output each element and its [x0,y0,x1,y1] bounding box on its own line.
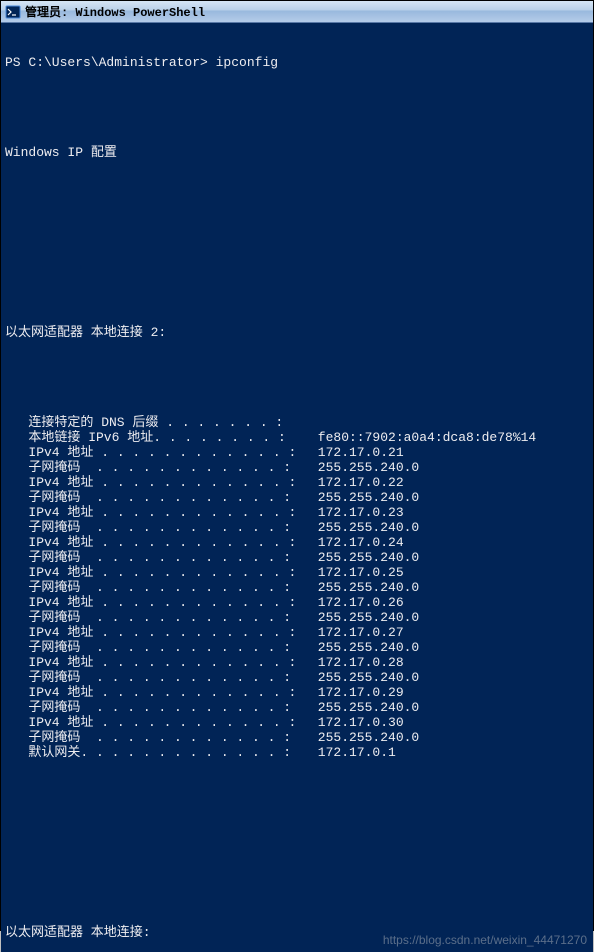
config-label: IPv4 地址 . . . . . . . . . . . . : [5,715,310,730]
config-label: IPv4 地址 . . . . . . . . . . . . : [5,535,310,550]
config-row: 子网掩码 . . . . . . . . . . . . : 255.255.2… [5,520,589,535]
config-value: 255.255.240.0 [310,550,589,565]
config-row: IPv4 地址 . . . . . . . . . . . . : 172.17… [5,625,589,640]
config-value: 255.255.240.0 [310,700,589,715]
config-label: IPv4 地址 . . . . . . . . . . . . : [5,445,310,460]
adapter-section-0: 以太网适配器 本地连接 2: 连接特定的 DNS 后缀 . . . . . . … [5,295,589,790]
config-row: IPv4 地址 . . . . . . . . . . . . : 172.17… [5,475,589,490]
config-label: 本地链接 IPv6 地址. . . . . . . . : [5,430,310,445]
powershell-window: 管理员: Windows PowerShell PS C:\Users\Admi… [0,0,594,931]
config-row: 子网掩码 . . . . . . . . . . . . : 255.255.2… [5,460,589,475]
config-row: IPv4 地址 . . . . . . . . . . . . : 172.17… [5,445,589,460]
config-value: 255.255.240.0 [310,520,589,535]
config-label: 子网掩码 . . . . . . . . . . . . : [5,550,310,565]
watermark: https://blog.csdn.net/weixin_44471270 [383,933,587,948]
config-label: 子网掩码 . . . . . . . . . . . . : [5,730,310,745]
config-value: 255.255.240.0 [310,640,589,655]
config-row: IPv4 地址 . . . . . . . . . . . . : 172.17… [5,655,589,670]
config-value: 172.17.0.1 [310,745,589,760]
config-label: 子网掩码 . . . . . . . . . . . . : [5,460,310,475]
config-row: IPv4 地址 . . . . . . . . . . . . : 172.17… [5,505,589,520]
config-label: 子网掩码 . . . . . . . . . . . . : [5,520,310,535]
config-value: 255.255.240.0 [310,580,589,595]
blank-line [5,235,589,250]
config-label: IPv4 地址 . . . . . . . . . . . . : [5,655,310,670]
config-row: 子网掩码 . . . . . . . . . . . . : 255.255.2… [5,700,589,715]
config-row: 连接特定的 DNS 后缀 . . . . . . . : [5,415,589,430]
window-title: 管理员: Windows PowerShell [25,3,205,20]
config-row: 子网掩码 . . . . . . . . . . . . : 255.255.2… [5,490,589,505]
terminal-output[interactable]: PS C:\Users\Administrator> ipconfig Wind… [1,23,593,952]
config-value: 172.17.0.22 [310,475,589,490]
config-value: 255.255.240.0 [310,490,589,505]
ip-config-header: Windows IP 配置 [5,145,589,160]
config-label: IPv4 地址 . . . . . . . . . . . . : [5,565,310,580]
config-row: 子网掩码 . . . . . . . . . . . . : 255.255.2… [5,610,589,625]
titlebar[interactable]: 管理员: Windows PowerShell [1,1,593,23]
config-value: 172.17.0.25 [310,565,589,580]
config-row: 子网掩码 . . . . . . . . . . . . : 255.255.2… [5,640,589,655]
config-value: 172.17.0.30 [310,715,589,730]
config-value [310,415,589,430]
config-value: 172.17.0.21 [310,445,589,460]
config-label: 连接特定的 DNS 后缀 . . . . . . . : [5,415,310,430]
blank-line [5,370,589,385]
config-value: 255.255.240.0 [310,610,589,625]
config-row: 子网掩码 . . . . . . . . . . . . : 255.255.2… [5,580,589,595]
config-row: 默认网关. . . . . . . . . . . . . : 172.17.0… [5,745,589,760]
prompt-line: PS C:\Users\Administrator> ipconfig [5,55,589,70]
config-row: IPv4 地址 . . . . . . . . . . . . : 172.17… [5,715,589,730]
config-row: 子网掩码 . . . . . . . . . . . . : 255.255.2… [5,550,589,565]
config-label: IPv4 地址 . . . . . . . . . . . . : [5,625,310,640]
config-label: 子网掩码 . . . . . . . . . . . . : [5,610,310,625]
config-label: 子网掩码 . . . . . . . . . . . . : [5,700,310,715]
config-row: 子网掩码 . . . . . . . . . . . . : 255.255.2… [5,730,589,745]
config-label: 子网掩码 . . . . . . . . . . . . : [5,640,310,655]
config-value: 255.255.240.0 [310,670,589,685]
config-row: IPv4 地址 . . . . . . . . . . . . : 172.17… [5,685,589,700]
config-label: 子网掩码 . . . . . . . . . . . . : [5,670,310,685]
adapter-title: 以太网适配器 本地连接 2: [5,325,589,340]
config-label: IPv4 地址 . . . . . . . . . . . . : [5,505,310,520]
blank-line [5,835,589,850]
config-row: IPv4 地址 . . . . . . . . . . . . : 172.17… [5,595,589,610]
config-row: IPv4 地址 . . . . . . . . . . . . : 172.17… [5,535,589,550]
config-label: IPv4 地址 . . . . . . . . . . . . : [5,685,310,700]
powershell-icon [5,4,21,20]
config-value: 172.17.0.28 [310,655,589,670]
config-value: 255.255.240.0 [310,460,589,475]
config-value: fe80::7902:a0a4:dca8:de78%14 [310,430,589,445]
config-row: IPv4 地址 . . . . . . . . . . . . : 172.17… [5,565,589,580]
blank-line [5,100,589,115]
config-row: 本地链接 IPv6 地址. . . . . . . . : fe80::7902… [5,430,589,445]
config-value: 172.17.0.29 [310,685,589,700]
blank-line [5,190,589,205]
config-label: IPv4 地址 . . . . . . . . . . . . : [5,475,310,490]
config-value: 172.17.0.23 [310,505,589,520]
config-value: 172.17.0.24 [310,535,589,550]
config-label: 子网掩码 . . . . . . . . . . . . : [5,580,310,595]
config-label: 子网掩码 . . . . . . . . . . . . : [5,490,310,505]
config-label: 默认网关. . . . . . . . . . . . . : [5,745,310,760]
config-value: 172.17.0.26 [310,595,589,610]
config-value: 255.255.240.0 [310,730,589,745]
config-value: 172.17.0.27 [310,625,589,640]
config-row: 子网掩码 . . . . . . . . . . . . : 255.255.2… [5,670,589,685]
config-label: IPv4 地址 . . . . . . . . . . . . : [5,595,310,610]
